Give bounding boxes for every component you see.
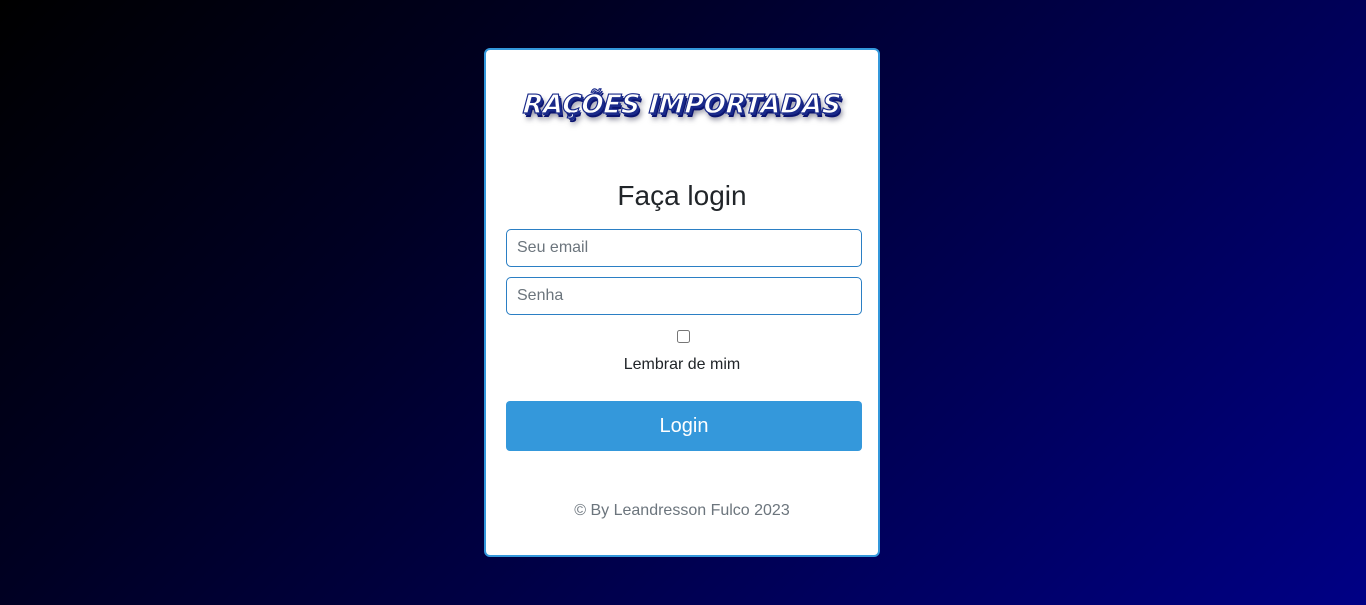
remember-me-checkbox[interactable] <box>677 330 690 343</box>
login-card: RAÇÕES IMPORTADAS Faça login Lembrar de … <box>484 48 880 557</box>
login-title: Faça login <box>617 180 747 211</box>
footer-copyright: © By Leandresson Fulco 2023 <box>574 502 790 519</box>
email-input[interactable] <box>506 229 862 267</box>
login-button[interactable]: Login <box>506 401 862 451</box>
password-input[interactable] <box>506 277 862 315</box>
remember-me-label: Lembrar de mim <box>623 356 741 373</box>
brand-logo: RAÇÕES IMPORTADAS <box>521 89 842 120</box>
